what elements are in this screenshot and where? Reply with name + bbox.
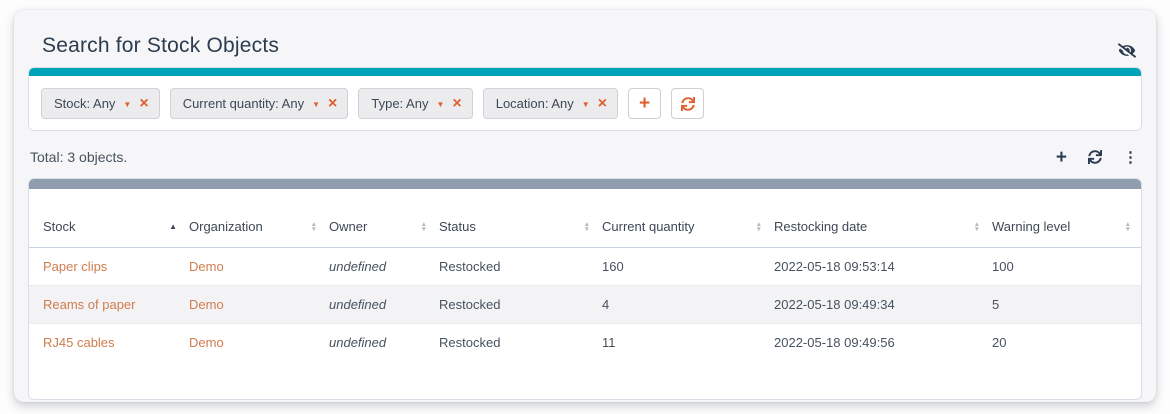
current-quantity-cell: 160 (600, 248, 772, 286)
filter-panel-accent-bar (29, 68, 1141, 76)
page-title: Search for Stock Objects (42, 34, 279, 58)
column-header-status[interactable]: Status ▲▼ (437, 189, 600, 248)
column-header-current-quantity[interactable]: Current quantity ▲▼ (600, 189, 772, 248)
column-header-owner[interactable]: Owner ▲▼ (327, 189, 437, 248)
column-header-stock[interactable]: Stock ▲ (29, 189, 187, 248)
owner-cell: undefined (327, 324, 437, 362)
column-header-organization[interactable]: Organization ▲▼ (187, 189, 327, 248)
refresh-icon (681, 97, 695, 111)
current-quantity-cell: 11 (600, 324, 772, 362)
organization-link[interactable]: Demo (189, 297, 224, 312)
table-row[interactable]: Paper clips Demo undefined Restocked 160… (29, 248, 1141, 286)
column-label: Status (439, 219, 476, 234)
chevron-down-icon[interactable]: ▼ (123, 99, 131, 109)
table-toolbar: + ⋮ (1056, 148, 1138, 167)
organization-link[interactable]: Demo (189, 335, 224, 350)
sort-icon[interactable]: ▲▼ (756, 222, 762, 232)
filter-chip-type[interactable]: Type: Any ▼ × (358, 88, 472, 119)
sort-icon[interactable]: ▲▼ (974, 222, 980, 232)
chevron-down-icon[interactable]: ▼ (312, 99, 320, 109)
sort-asc-icon[interactable]: ▲ (169, 223, 177, 231)
current-quantity-cell: 4 (600, 286, 772, 324)
search-filter-panel: Stock: Any ▼ × Current quantity: Any ▼ ×… (28, 67, 1142, 131)
column-header-warning-level[interactable]: Warning level ▲▼ (990, 189, 1141, 248)
status-cell: Restocked (437, 286, 600, 324)
remove-filter-icon[interactable]: × (139, 96, 148, 112)
warning-level-cell: 20 (990, 324, 1141, 362)
column-label: Current quantity (602, 219, 695, 234)
total-count: Total: 3 objects. (30, 149, 127, 165)
remove-filter-icon[interactable]: × (328, 96, 337, 112)
owner-cell: undefined (327, 286, 437, 324)
owner-cell: undefined (327, 248, 437, 286)
column-label: Organization (189, 219, 263, 234)
sort-icon[interactable]: ▲▼ (1125, 222, 1131, 232)
table-menu-icon[interactable]: ⋮ (1123, 148, 1138, 166)
filter-chip-label: Type: Any (371, 96, 428, 111)
card-header: Search for Stock Objects (28, 24, 1142, 58)
filter-chip-location[interactable]: Location: Any ▼ × (483, 88, 618, 119)
new-object-icon[interactable]: + (1056, 148, 1067, 167)
results-table-panel: Stock ▲ Organization ▲▼ Owner ▲▼ Status … (28, 178, 1142, 400)
filter-chip-label: Location: Any (496, 96, 574, 111)
table-row[interactable]: RJ45 cables Demo undefined Restocked 11 … (29, 324, 1141, 362)
column-label: Stock (43, 219, 76, 234)
restocking-date-cell: 2022-05-18 09:53:14 (772, 248, 990, 286)
stock-link[interactable]: Reams of paper (43, 297, 136, 312)
restocking-date-cell: 2022-05-18 09:49:34 (772, 286, 990, 324)
warning-level-cell: 100 (990, 248, 1141, 286)
remove-filter-icon[interactable]: × (598, 96, 607, 112)
add-criterion-button[interactable]: + (628, 88, 661, 119)
organization-link[interactable]: Demo (189, 259, 224, 274)
search-stock-card: Search for Stock Objects Stock: Any ▼ × … (14, 10, 1156, 402)
column-label: Restocking date (774, 219, 867, 234)
filter-chip-current-quantity[interactable]: Current quantity: Any ▼ × (170, 88, 349, 119)
table-header-row: Stock ▲ Organization ▲▼ Owner ▲▼ Status … (29, 189, 1141, 248)
column-label: Warning level (992, 219, 1070, 234)
results-summary-row: Total: 3 objects. + ⋮ (28, 146, 1142, 168)
stock-link[interactable]: RJ45 cables (43, 335, 115, 350)
column-label: Owner (329, 219, 367, 234)
chevron-down-icon[interactable]: ▼ (436, 99, 444, 109)
stock-objects-table: Stock ▲ Organization ▲▼ Owner ▲▼ Status … (29, 189, 1141, 361)
filter-chip-label: Current quantity: Any (183, 96, 304, 111)
sort-icon[interactable]: ▲▼ (421, 222, 427, 232)
stock-link[interactable]: Paper clips (43, 259, 107, 274)
table-row[interactable]: Reams of paper Demo undefined Restocked … (29, 286, 1141, 324)
refresh-table-icon[interactable] (1088, 150, 1102, 164)
status-cell: Restocked (437, 324, 600, 362)
restocking-date-cell: 2022-05-18 09:49:56 (772, 324, 990, 362)
table-panel-accent-bar (29, 179, 1141, 189)
refresh-search-button[interactable] (671, 88, 704, 119)
filter-chip-stock[interactable]: Stock: Any ▼ × (41, 88, 160, 119)
remove-filter-icon[interactable]: × (452, 96, 461, 112)
filter-chip-label: Stock: Any (54, 96, 115, 111)
plus-icon: + (639, 94, 650, 113)
sort-icon[interactable]: ▲▼ (311, 222, 317, 232)
chevron-down-icon[interactable]: ▼ (582, 99, 590, 109)
hide-search-icon[interactable] (1118, 43, 1136, 58)
status-cell: Restocked (437, 248, 600, 286)
sort-icon[interactable]: ▲▼ (584, 222, 590, 232)
warning-level-cell: 5 (990, 286, 1141, 324)
column-header-restocking-date[interactable]: Restocking date ▲▼ (772, 189, 990, 248)
filter-chips-row: Stock: Any ▼ × Current quantity: Any ▼ ×… (29, 76, 1141, 131)
